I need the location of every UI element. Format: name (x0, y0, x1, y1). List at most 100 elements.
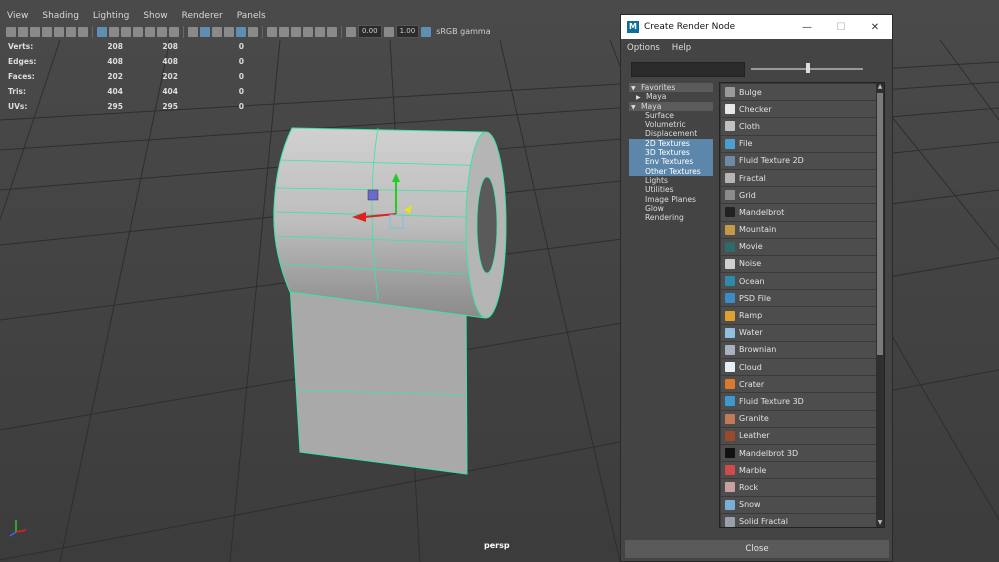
close-button[interactable]: Close (625, 540, 889, 558)
menu-shading[interactable]: Shading (35, 9, 86, 24)
tree-item-label: Favorites (641, 83, 676, 92)
menu-panels[interactable]: Panels (230, 9, 273, 24)
gamma-icon[interactable] (383, 26, 394, 37)
node-list-item[interactable]: Ramp (721, 307, 876, 324)
exposure-field[interactable]: 0.00 (358, 25, 382, 38)
camera-attributes-icon[interactable] (18, 26, 28, 37)
tree-item[interactable]: Image Planes (629, 195, 713, 204)
node-list-item[interactable]: Ocean (721, 273, 876, 290)
tree-item[interactable]: Surface (629, 111, 713, 120)
view-transform-label[interactable]: sRGB gamma (436, 27, 490, 36)
node-list-item[interactable]: Fluid Texture 2D (721, 152, 876, 169)
node-list-item[interactable]: Checker (721, 101, 876, 118)
node-list-item[interactable]: Brownian (721, 341, 876, 358)
use-all-lights-icon[interactable] (248, 26, 258, 37)
scroll-thumb[interactable] (877, 93, 883, 355)
node-list-item[interactable]: Mandelbrot 3D (721, 444, 876, 462)
tree-item-label: Displacement (645, 129, 698, 139)
node-list-item[interactable]: PSD File (721, 290, 876, 307)
node-list-item[interactable]: Mountain (721, 221, 876, 238)
node-list-item[interactable]: Fluid Texture 3D (721, 393, 876, 410)
scroll-up-arrow-icon[interactable]: ▲ (877, 84, 883, 90)
node-list-item[interactable]: Noise (721, 255, 876, 273)
node-list-item[interactable]: Cloth (721, 118, 876, 135)
node-list-item[interactable]: File (721, 135, 876, 152)
tree-item[interactable]: Rendering (629, 213, 713, 222)
tree-item[interactable]: 3D Textures (629, 148, 713, 158)
maximize-icon[interactable]: ☐ (824, 22, 858, 33)
menu-renderer[interactable]: Renderer (175, 9, 230, 24)
node-list-item[interactable]: Mandelbrot (721, 204, 876, 221)
field-chart-icon[interactable] (291, 26, 301, 37)
color-management-icon[interactable] (421, 26, 432, 37)
node-label: Marble (739, 465, 767, 475)
tree-item[interactable]: ▶ Maya (629, 92, 713, 101)
tree-item[interactable]: Utilities (629, 185, 713, 194)
lights-icon[interactable] (133, 26, 143, 37)
shadows-icon[interactable] (145, 26, 155, 37)
node-label: Bulge (739, 87, 762, 97)
safe-title-icon[interactable] (315, 26, 325, 37)
menu-options[interactable]: Options (627, 43, 660, 53)
tree-item[interactable]: Displacement (629, 129, 713, 138)
exposure-icon[interactable] (346, 26, 356, 37)
hud-icon[interactable] (327, 26, 337, 37)
menu-lighting[interactable]: Lighting (86, 9, 136, 24)
menu-show[interactable]: Show (136, 9, 174, 24)
node-list-item[interactable]: Crater (721, 376, 876, 393)
node-list-item[interactable]: Marble (721, 462, 876, 479)
camera-icon[interactable] (6, 26, 16, 37)
node-list-item[interactable]: Grid (721, 187, 876, 204)
close-icon[interactable]: ✕ (858, 22, 892, 33)
maya-logo-icon: M (627, 21, 639, 33)
tree-item[interactable]: Env Textures (629, 157, 713, 167)
xray-active-icon[interactable] (200, 26, 210, 37)
xray-joints-icon[interactable] (212, 26, 222, 37)
tree-item[interactable]: 2D Textures (629, 138, 713, 149)
menu-view[interactable]: View (0, 9, 35, 24)
node-list-scrollbar[interactable]: ▲ ▼ (876, 83, 884, 527)
node-list-item[interactable]: Granite (721, 410, 876, 427)
tree-item[interactable]: ▼ Maya (629, 101, 713, 112)
antialias-icon[interactable] (169, 26, 179, 37)
ambient-occlusion-icon[interactable] (157, 26, 167, 37)
wireframe-icon[interactable] (97, 26, 107, 37)
image-plane-icon[interactable] (42, 26, 52, 37)
menu-help[interactable]: Help (672, 43, 691, 53)
bookmark-icon[interactable] (30, 26, 40, 37)
scroll-down-arrow-icon[interactable]: ▼ (877, 520, 883, 526)
isolate-select-icon[interactable] (224, 26, 234, 37)
node-list-item[interactable]: Water (721, 324, 876, 341)
node-list-item[interactable]: Rock (721, 479, 876, 496)
node-list-item[interactable]: Fractal (721, 169, 876, 187)
grease-pencil-icon[interactable] (54, 26, 64, 37)
minimize-icon[interactable]: — (790, 22, 824, 33)
tree-item[interactable]: Volumetric (629, 120, 713, 129)
search-input[interactable] (631, 62, 745, 77)
xray-icon[interactable] (188, 26, 198, 37)
textured-icon[interactable] (121, 26, 131, 37)
film-gate-icon[interactable] (78, 26, 88, 37)
tree-item[interactable]: ▼ Favorites (629, 83, 713, 93)
dialog-titlebar[interactable]: M Create Render Node — ☐ ✕ (621, 15, 892, 39)
smooth-shade-icon[interactable] (109, 26, 119, 37)
expand-arrow-icon[interactable]: ▼ (631, 103, 641, 112)
tree-item[interactable]: Glow (629, 204, 713, 213)
grid-icon[interactable] (66, 26, 76, 37)
node-list-item[interactable]: Leather (721, 427, 876, 444)
gamma-field[interactable]: 1.00 (395, 25, 420, 38)
tree-item[interactable]: Lights (629, 176, 713, 185)
slider-handle[interactable] (806, 63, 810, 73)
node-list-item[interactable]: Movie (721, 238, 876, 255)
gate-mask-icon[interactable] (279, 26, 289, 37)
wireframe-on-shaded-icon[interactable] (236, 26, 246, 37)
safe-action-icon[interactable] (303, 26, 313, 37)
hud-row: Faces: 202 202 0 (8, 69, 244, 84)
resolution-gate-icon[interactable] (267, 26, 277, 37)
node-label: Fluid Texture 2D (739, 156, 804, 166)
node-list-item[interactable]: Snow (721, 496, 876, 513)
node-list-item[interactable]: Solid Fractal (721, 513, 876, 527)
tree-item[interactable]: Other Textures (629, 166, 713, 176)
node-list-item[interactable]: Cloud (721, 359, 876, 376)
node-list-item[interactable]: Bulge (721, 84, 876, 101)
